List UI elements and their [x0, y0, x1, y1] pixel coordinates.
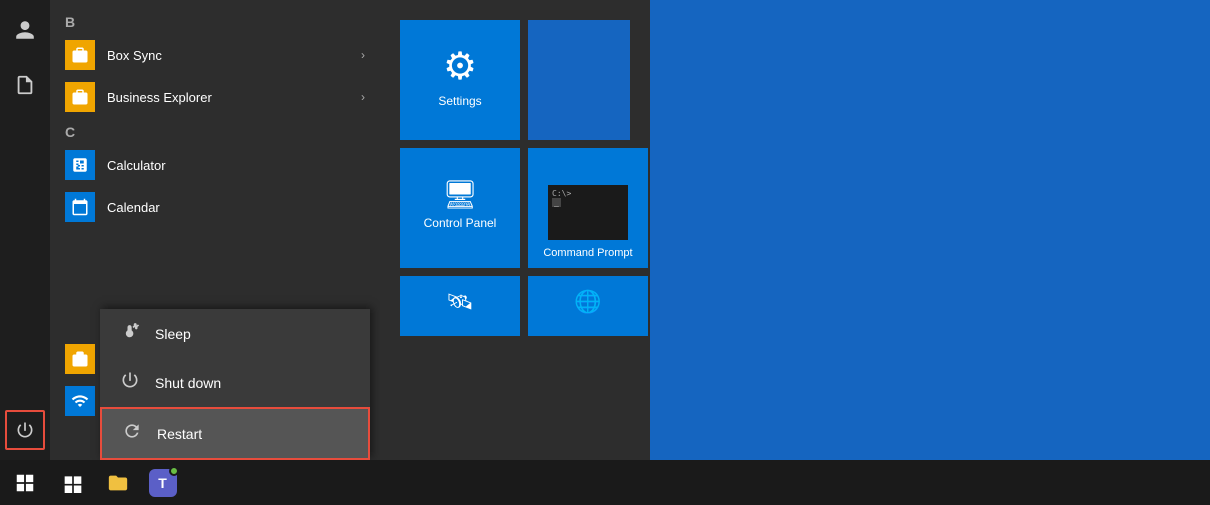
bottom-tile-1[interactable]: 🛰 [400, 276, 520, 336]
shutdown-button[interactable]: Shut down [100, 358, 370, 407]
section-b: B [50, 8, 380, 34]
bottom-tile-2[interactable]: 🌐 [528, 276, 648, 336]
business-explorer-icon [65, 82, 95, 112]
connect-icon [65, 386, 95, 416]
calendar-label: Calendar [107, 200, 160, 215]
app-item-business-explorer[interactable]: Business Explorer › [50, 76, 380, 118]
control-panel-tile[interactable]: 🖥 Control Panel [400, 148, 520, 268]
box-sync-icon [65, 40, 95, 70]
teams-button[interactable]: T [140, 460, 185, 505]
power-button[interactable] [5, 410, 45, 450]
app-item-calendar[interactable]: Calendar [50, 186, 380, 228]
task-view-button[interactable] [50, 460, 95, 505]
control-panel-icon: 🖥 [442, 178, 478, 211]
tiles-grid: ⚙ Settings 🖥 Control Panel C:\> _ [400, 20, 630, 336]
settings-tile-icon: ⚙ [443, 44, 477, 89]
app-item-box-sync[interactable]: Box Sync › [50, 34, 380, 76]
shutdown-label: Shut down [155, 375, 221, 391]
sleep-button[interactable]: Sleep [100, 309, 370, 358]
cmd-preview: C:\> _ [548, 185, 628, 240]
box-sync-label: Box Sync [107, 48, 162, 63]
bottom-tile-1-icon: 🛰 [446, 289, 474, 315]
start-button[interactable] [0, 460, 50, 505]
docs-icon[interactable] [5, 65, 45, 105]
settings-tile[interactable]: ⚙ Settings [400, 20, 520, 140]
power-menu: Sleep Shut down Re [100, 309, 370, 460]
restart-icon [122, 421, 142, 446]
taskbar: T [0, 460, 1210, 505]
calculator-label: Calculator [107, 158, 166, 173]
app-list: B Box Sync › Business Explorer › C [50, 0, 380, 460]
restart-button[interactable]: Restart [100, 407, 370, 460]
cisco-icon [65, 344, 95, 374]
sidebar [0, 0, 50, 460]
start-menu: B Box Sync › Business Explorer › C [0, 0, 650, 460]
file-explorer-button[interactable] [95, 460, 140, 505]
tiles-top-row: ⚙ Settings [400, 20, 630, 140]
chevron-icon: › [361, 90, 365, 104]
sleep-icon [120, 321, 140, 346]
user-icon[interactable] [5, 10, 45, 50]
sleep-label: Sleep [155, 326, 191, 342]
chevron-icon: › [361, 48, 365, 62]
command-prompt-tile[interactable]: C:\> _ Command Prompt [528, 148, 648, 268]
bottom-tile-2-icon: 🌐 [574, 289, 601, 315]
calculator-icon [65, 150, 95, 180]
command-prompt-label: Command Prompt [543, 246, 632, 260]
shutdown-icon [120, 370, 140, 395]
section-c: C [50, 118, 380, 144]
settings-tile-label: Settings [438, 94, 481, 108]
tiles-area: ⚙ Settings 🖥 Control Panel C:\> _ [380, 0, 650, 460]
business-explorer-label: Business Explorer [107, 90, 212, 105]
teams-badge [169, 466, 179, 476]
app-item-calculator[interactable]: Calculator [50, 144, 380, 186]
calendar-icon [65, 192, 95, 222]
tiles-middle-row: 🖥 Control Panel C:\> _ Command Prompt 📋 … [400, 148, 630, 268]
tiles-bottom-row: 🛰 🌐 📋 [400, 276, 630, 336]
tiles-right-space [528, 20, 630, 140]
control-panel-label: Control Panel [424, 216, 497, 230]
restart-label: Restart [157, 426, 202, 442]
desktop: B Box Sync › Business Explorer › C [0, 0, 1210, 505]
